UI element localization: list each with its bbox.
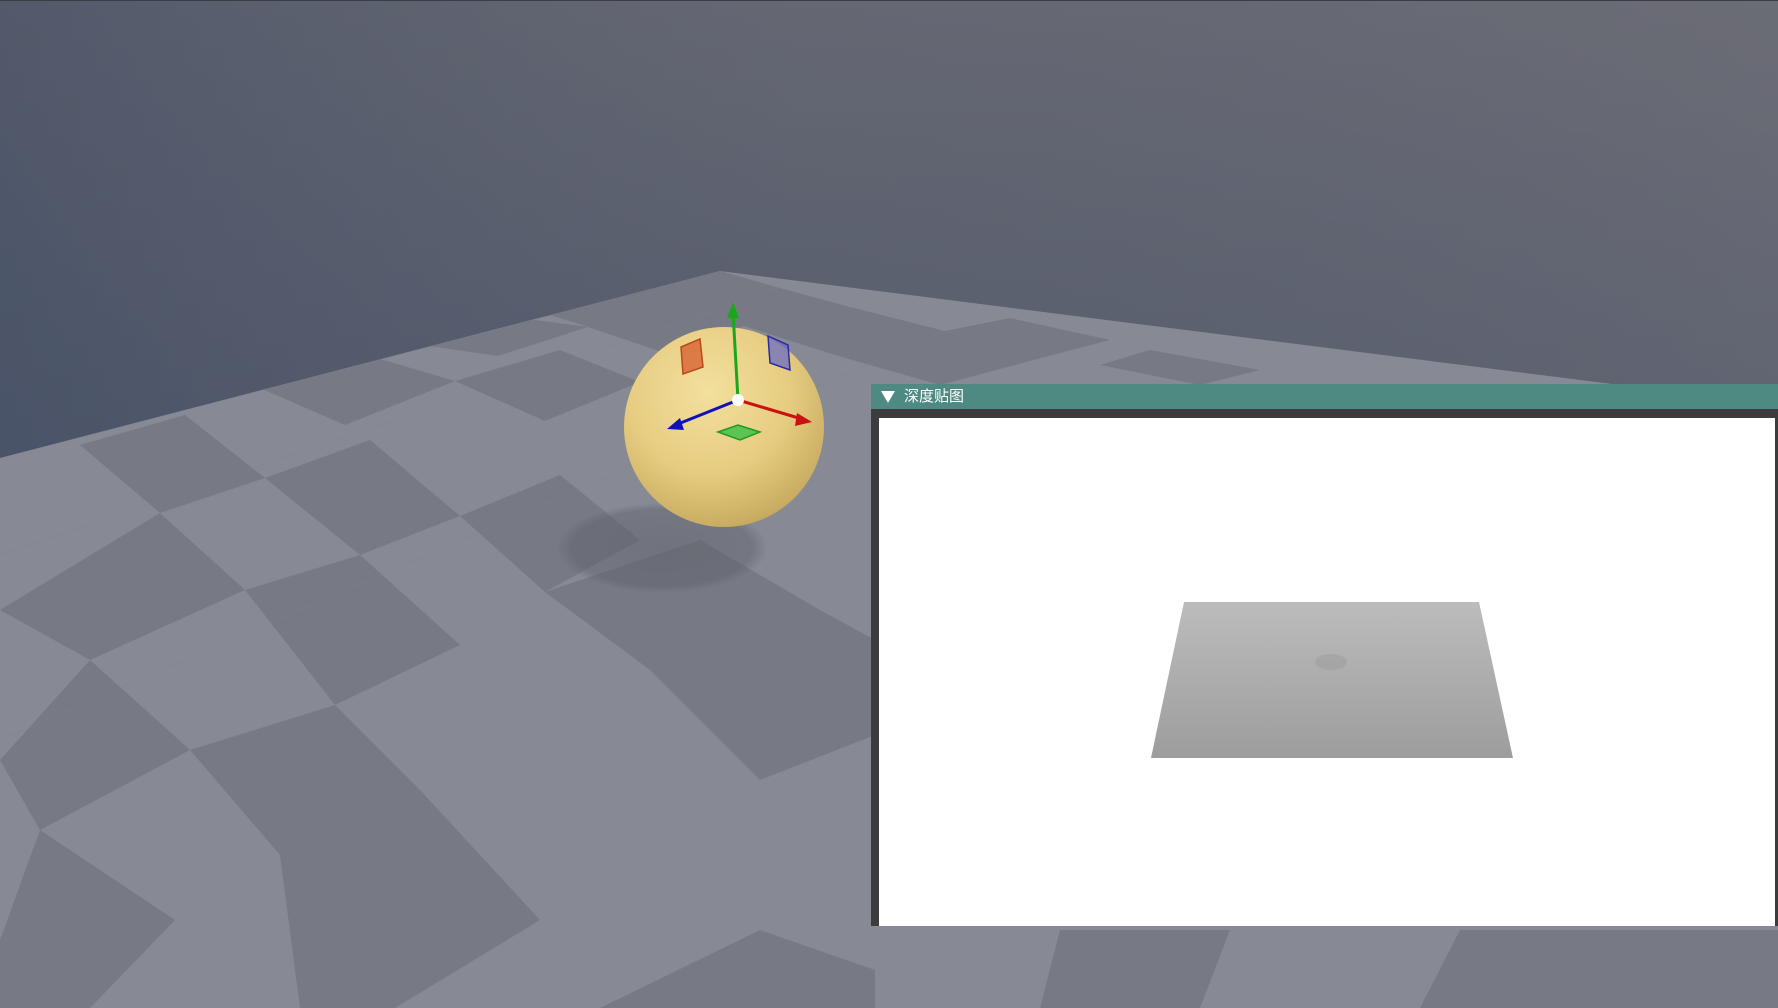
window-title: 深度贴图 xyxy=(904,387,965,405)
3d-viewport[interactable]: 深度贴图 xyxy=(0,0,1778,1008)
sphere-object[interactable] xyxy=(624,327,824,527)
depth-map-window[interactable]: 深度贴图 xyxy=(871,384,1778,926)
depth-map-image xyxy=(1151,602,1513,758)
collapse-triangle-icon[interactable] xyxy=(881,390,895,403)
depth-floor-plane xyxy=(1151,602,1513,758)
depth-sphere-spot xyxy=(1315,654,1347,670)
window-titlebar[interactable]: 深度贴图 xyxy=(871,384,1778,409)
depth-map-content xyxy=(879,418,1775,926)
gizmo-center-handle[interactable] xyxy=(732,394,744,406)
